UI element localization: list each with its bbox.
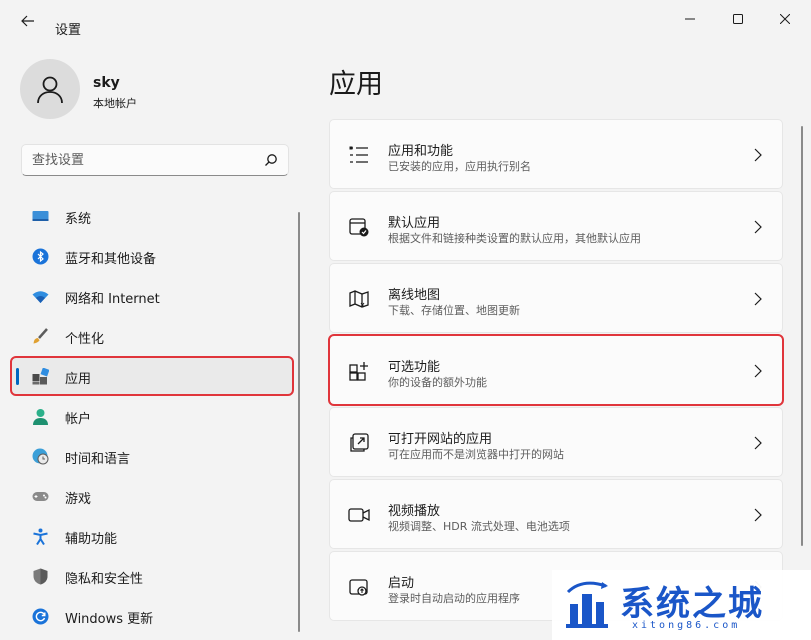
shield-icon [32, 568, 49, 585]
card-video-playback[interactable]: 视频播放 视频调整、HDR 流式处理、电池选项 [329, 479, 783, 549]
person-avatar-icon [37, 76, 63, 104]
card-title: 可打开网站的应用 [388, 432, 493, 447]
chevron-right-icon [754, 364, 762, 378]
chevron-right-icon [754, 508, 762, 522]
watermark-text: 系统之城 [620, 584, 764, 624]
card-title: 离线地图 [388, 288, 441, 303]
sidebar-item-label: 游戏 [65, 492, 92, 507]
card-subtitle: 根据文件和链接种类设置的默认应用，其他默认应用 [388, 232, 641, 245]
monitor-icon [32, 208, 49, 225]
globe-clock-icon [32, 448, 49, 465]
search-icon[interactable] [264, 153, 278, 167]
watermark-logo-icon [566, 581, 608, 628]
chevron-right-icon [754, 148, 762, 162]
maximize-icon [733, 14, 743, 24]
back-button[interactable] [14, 10, 42, 32]
card-subtitle: 视频调整、HDR 流式处理、电池选项 [388, 520, 570, 533]
sidebar-item-label: Windows 更新 [65, 612, 154, 627]
card-title: 应用和功能 [388, 144, 454, 159]
bluetooth-icon [32, 248, 49, 265]
open-link-icon [348, 432, 370, 454]
watermark-url: xitong86.com [632, 620, 741, 631]
sidebar-item-bluetooth[interactable]: 蓝牙和其他设备 [12, 238, 292, 274]
card-subtitle: 你的设备的额外功能 [388, 376, 487, 389]
card-offline-maps[interactable]: 离线地图 下载、存储位置、地图更新 [329, 263, 783, 333]
chevron-right-icon [754, 436, 762, 450]
card-optional-features[interactable]: 可选功能 你的设备的额外功能 [328, 334, 784, 406]
back-arrow-icon [21, 15, 34, 27]
user-name: sky [93, 75, 120, 91]
sidebar-item-privacy[interactable]: 隐私和安全性 [12, 558, 292, 594]
card-subtitle: 可在应用而不是浏览器中打开的网站 [388, 448, 564, 461]
sidebar-item-system[interactable]: 系统 [12, 198, 292, 234]
search-input[interactable] [32, 151, 252, 169]
sidebar-item-personalization[interactable]: 个性化 [12, 318, 292, 354]
close-icon [780, 14, 790, 24]
add-feature-icon [348, 360, 370, 382]
sidebar-item-label: 隐私和安全性 [65, 572, 144, 587]
accessibility-icon [32, 528, 49, 545]
close-button[interactable] [765, 8, 805, 30]
search-box[interactable] [21, 144, 289, 176]
sidebar-item-label: 帐户 [65, 412, 92, 427]
card-title: 视频播放 [388, 504, 441, 519]
list-icon [348, 144, 370, 166]
card-default-apps[interactable]: 默认应用 根据文件和链接种类设置的默认应用，其他默认应用 [329, 191, 783, 261]
card-subtitle: 已安装的应用，应用执行别名 [388, 160, 531, 173]
startup-icon [348, 576, 370, 598]
sidebar-item-label: 时间和语言 [65, 452, 131, 467]
card-subtitle: 下载、存储位置、地图更新 [388, 304, 520, 317]
wifi-icon [32, 288, 49, 305]
watermark: 系统之城 xitong86.com [552, 570, 811, 640]
minimize-icon [685, 18, 695, 20]
sidebar-item-label: 网络和 Internet [65, 292, 160, 307]
settings-card-list: 应用和功能 已安装的应用，应用执行别名 默认应用 根据文件和链接种类设置的默认应… [328, 119, 784, 623]
brush-icon [32, 328, 49, 345]
chevron-right-icon [754, 292, 762, 306]
sidebar-item-label: 辅助功能 [65, 532, 118, 547]
gamepad-icon [32, 488, 49, 505]
title-bar: 设置 [0, 0, 811, 40]
sidebar-item-label: 个性化 [65, 332, 105, 347]
default-app-icon [348, 216, 370, 238]
avatar[interactable] [20, 59, 80, 119]
sidebar-item-label: 系统 [65, 212, 92, 227]
account-type: 本地帐户 [93, 97, 137, 110]
sidebar-item-accounts[interactable]: 帐户 [12, 398, 292, 434]
active-indicator [16, 368, 19, 385]
minimize-button[interactable] [670, 8, 710, 30]
card-title: 可选功能 [388, 360, 441, 375]
card-title: 默认应用 [388, 216, 441, 231]
sidebar-item-apps[interactable]: 应用 [10, 356, 294, 396]
card-apps-for-websites[interactable]: 可打开网站的应用 可在应用而不是浏览器中打开的网站 [329, 407, 783, 477]
page-title: 应用 [329, 69, 383, 100]
card-subtitle: 登录时自动启动的应用程序 [388, 592, 520, 605]
window-title: 设置 [55, 23, 82, 38]
sidebar-nav: 系统 蓝牙和其他设备 网络和 Internet 个性化 应用 帐户 时间和语言 … [10, 198, 294, 638]
chevron-right-icon [754, 220, 762, 234]
card-apps-features[interactable]: 应用和功能 已安装的应用，应用执行别名 [329, 119, 783, 189]
sidebar-item-accessibility[interactable]: 辅助功能 [12, 518, 292, 554]
apps-icon [32, 368, 49, 385]
person-icon [32, 408, 49, 425]
update-icon [32, 608, 49, 625]
sidebar-item-network[interactable]: 网络和 Internet [12, 278, 292, 314]
maximize-button[interactable] [718, 8, 758, 30]
main-scrollbar[interactable] [801, 126, 803, 546]
sidebar-scrollbar[interactable] [298, 212, 300, 632]
sidebar-item-gaming[interactable]: 游戏 [12, 478, 292, 514]
sidebar-item-label: 蓝牙和其他设备 [65, 252, 157, 267]
sidebar-item-windows-update[interactable]: Windows 更新 [12, 598, 292, 634]
map-icon [348, 288, 370, 310]
sidebar-item-time-language[interactable]: 时间和语言 [12, 438, 292, 474]
sidebar-item-label: 应用 [65, 372, 92, 387]
card-title: 启动 [388, 576, 415, 591]
video-icon [348, 504, 370, 526]
